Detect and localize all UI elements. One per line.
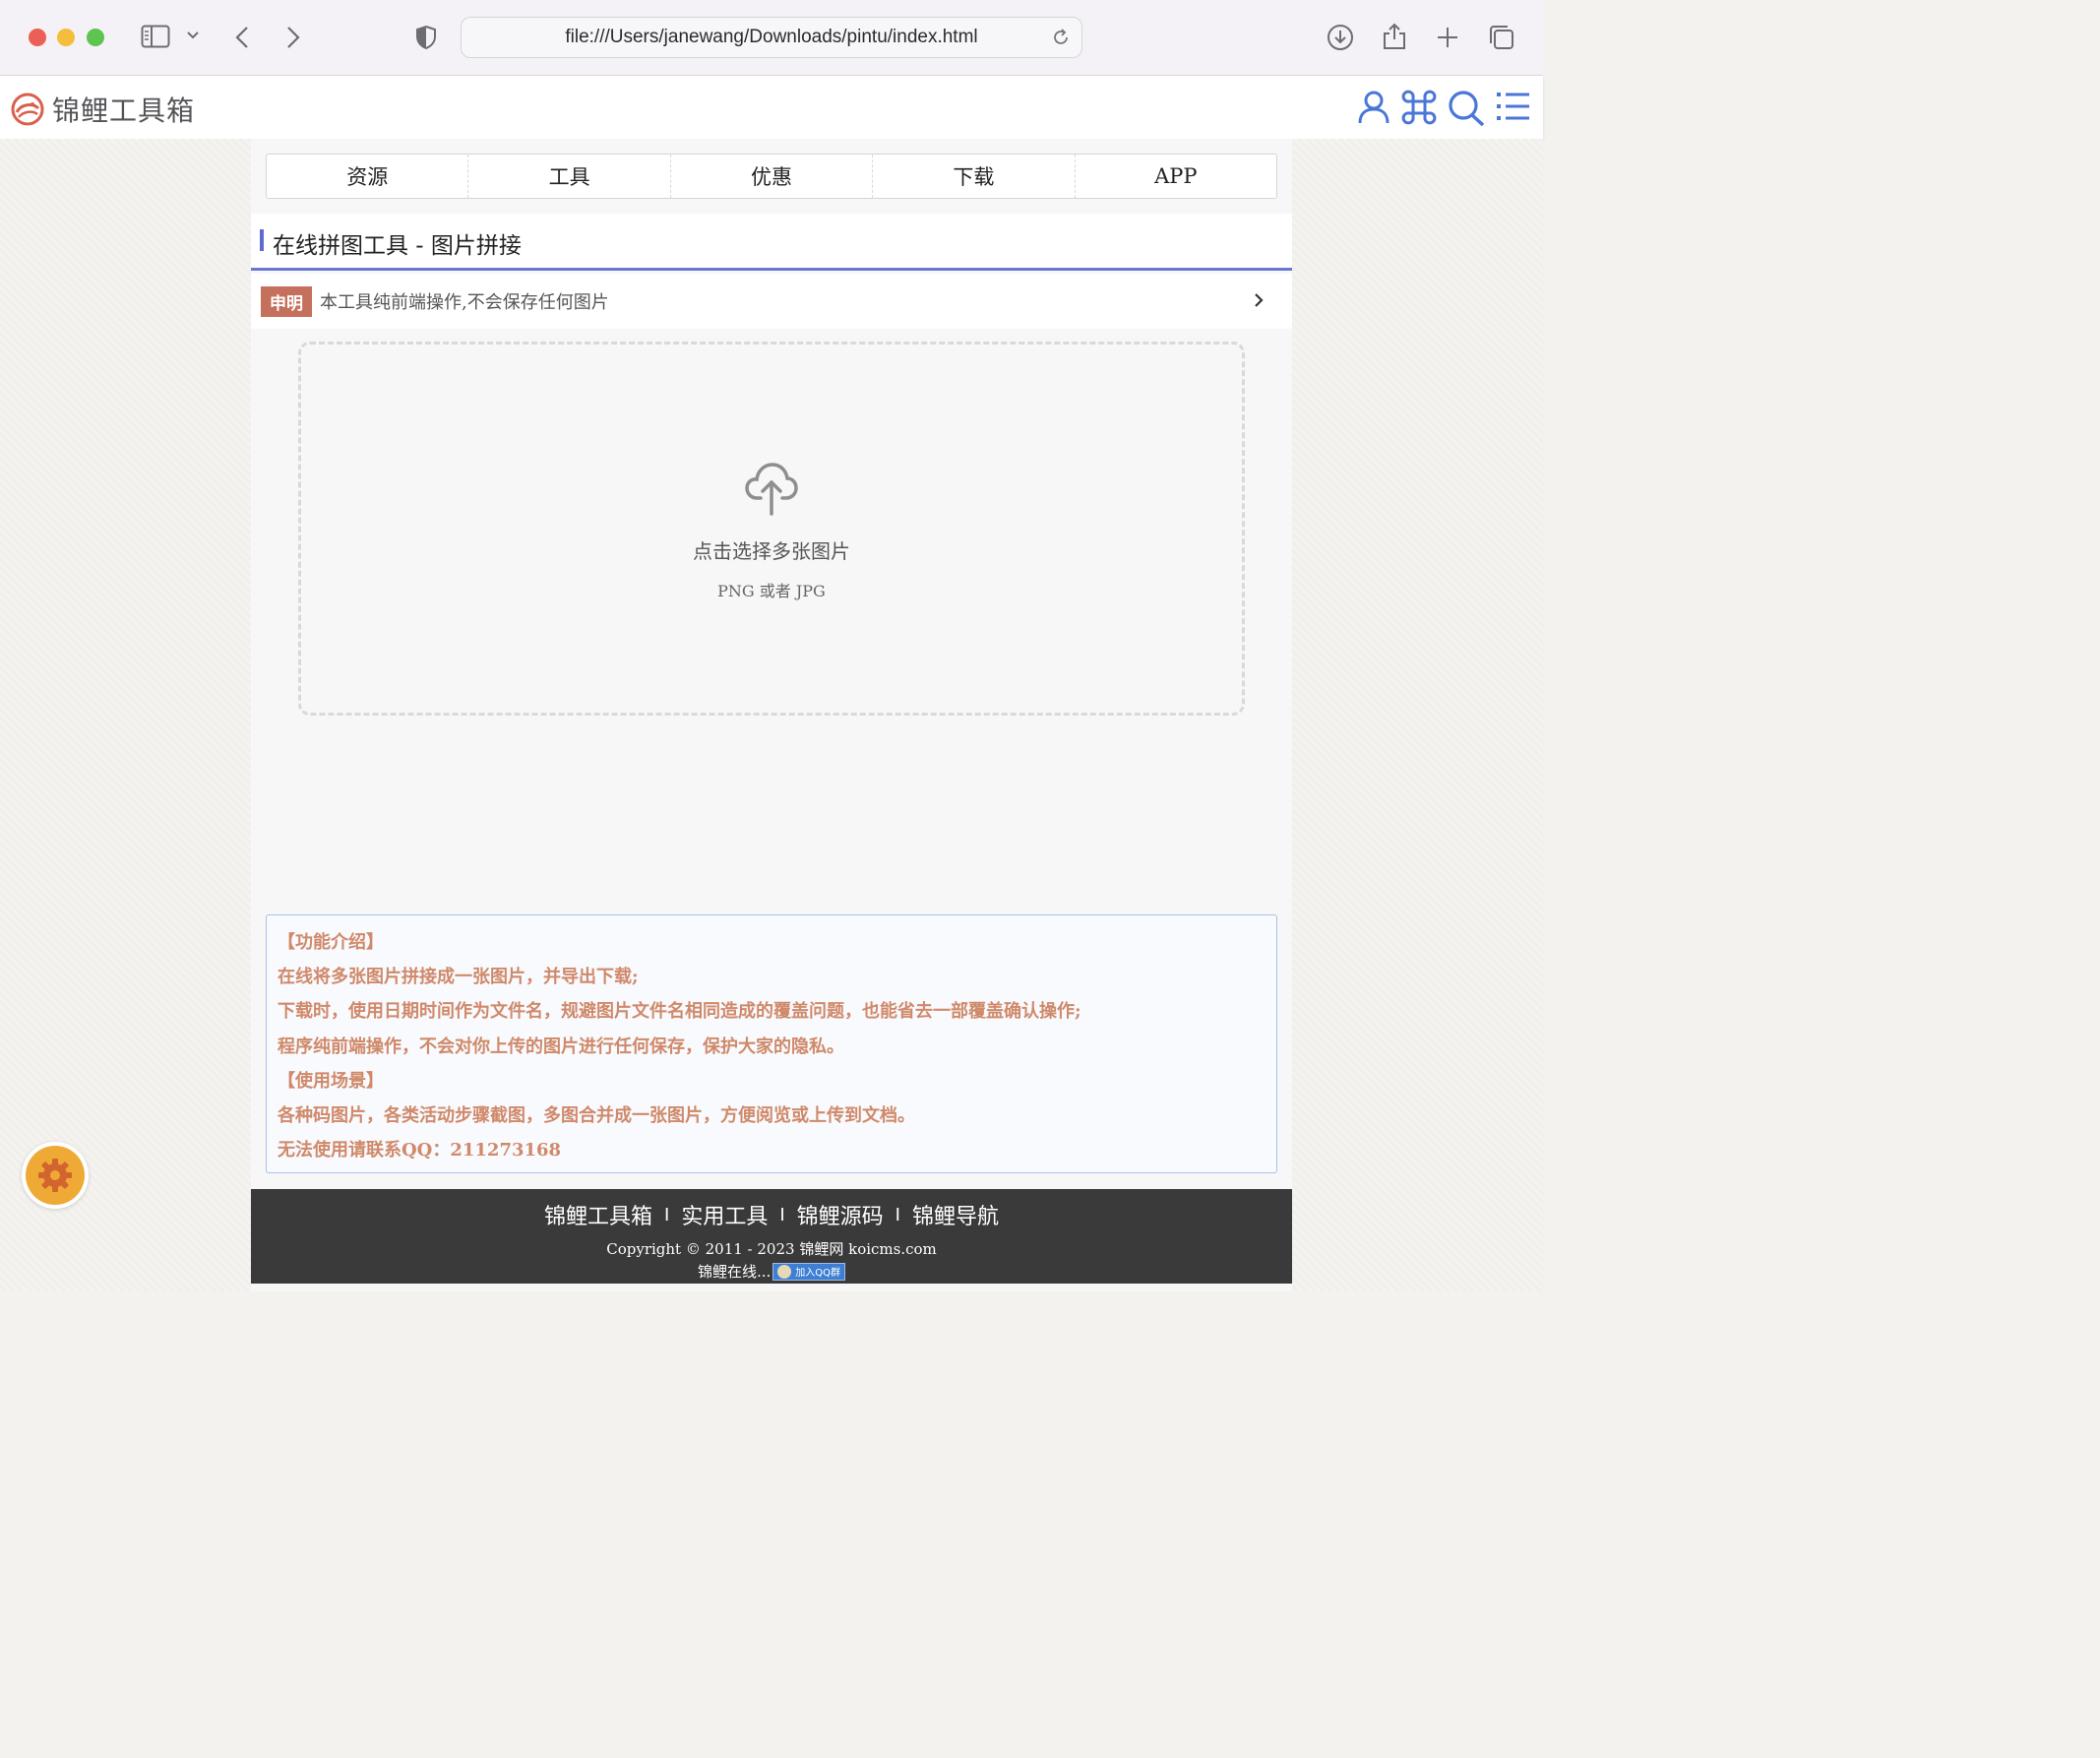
dropzone-subtitle: PNG 或者 JPG	[717, 581, 826, 600]
user-icon[interactable]	[1357, 90, 1390, 129]
footer-separator: I	[779, 1204, 785, 1225]
tab-overview-icon[interactable]	[1488, 24, 1515, 51]
share-icon[interactable]	[1382, 22, 1407, 51]
chevron-down-icon[interactable]	[186, 31, 200, 40]
dropzone-title: 点击选择多张图片	[693, 538, 850, 563]
search-icon[interactable]	[1447, 90, 1486, 131]
forward-arrow-icon[interactable]	[284, 25, 302, 50]
title-accent-bar	[260, 229, 264, 251]
info-line: 各种码图片，各类活动步骤截图，多图合并成一张图片，方便阅览或上传到文档。	[278, 1105, 915, 1127]
footer-link-nav[interactable]: 锦鲤导航	[912, 1199, 999, 1230]
info-contact-line: 无法使用请联系QQ：211273168	[278, 1140, 562, 1162]
qq-badge-label: 加入QQ群	[795, 1268, 841, 1279]
koi-logo-icon	[11, 93, 44, 126]
close-window-button[interactable]	[29, 29, 46, 46]
footer-separator: I	[664, 1204, 670, 1225]
nav-item-download[interactable]: 下载	[873, 155, 1076, 198]
settings-button[interactable]	[22, 1142, 89, 1209]
sidebar-toggle-icon[interactable]	[141, 25, 170, 48]
category-nav: 资源 工具 优惠 下载 APP	[266, 154, 1277, 199]
footer-links: 锦鲤工具箱 I 实用工具 I 锦鲤源码 I 锦鲤导航	[251, 1199, 1292, 1230]
footer-link-source[interactable]: 锦鲤源码	[797, 1199, 884, 1230]
menu-list-icon[interactable]	[1496, 90, 1531, 127]
page-title-bar: 在线拼图工具 - 图片拼接	[251, 214, 1292, 271]
page-background-right	[1292, 139, 1543, 1291]
main-content: 资源 工具 优惠 下载 APP 在线拼图工具 - 图片拼接 申明 本工具纯前端操…	[251, 139, 1292, 1291]
info-line: 下载时，使用日期时间作为文件名，规避图片文件名相同造成的覆盖问题，也能省去一部覆…	[278, 1001, 1081, 1023]
site-header: 锦鲤工具箱	[0, 76, 1543, 139]
cloud-upload-icon	[745, 461, 798, 520]
info-heading-features: 【功能介绍】	[278, 932, 384, 953]
info-line: 程序纯前端操作，不会对你上传的图片进行任何保存，保护大家的隐私。	[278, 1036, 844, 1057]
footer-link-tools[interactable]: 实用工具	[681, 1199, 768, 1230]
browser-toolbar: file:///Users/janewang/Downloads/pintu/i…	[0, 0, 1543, 76]
footer-separator: I	[895, 1204, 900, 1225]
back-arrow-icon[interactable]	[233, 25, 251, 50]
zoom-window-button[interactable]	[87, 29, 104, 46]
site-footer: 锦鲤工具箱 I 实用工具 I 锦鲤源码 I 锦鲤导航 Copyright © 2…	[251, 1189, 1292, 1284]
tool-info-box: 【功能介绍】 在线将多张图片拼接成一张图片，并导出下载; 下载时，使用日期时间作…	[266, 914, 1277, 1173]
nav-item-app[interactable]: APP	[1076, 155, 1276, 198]
download-icon[interactable]	[1327, 24, 1354, 51]
notice-badge: 申明	[261, 285, 312, 317]
footer-copyright: Copyright © 2011 - 2023 锦鲤网 koicms.com	[606, 1240, 937, 1258]
footer-online: 锦鲤在线... 加入QQ群	[251, 1261, 1292, 1282]
shield-icon[interactable]	[415, 25, 437, 50]
gear-icon	[38, 1159, 72, 1192]
notice-bar[interactable]: 申明 本工具纯前端操作,不会保存任何图片	[251, 274, 1292, 329]
site-logo[interactable]: 锦鲤工具箱	[11, 90, 195, 129]
minimize-window-button[interactable]	[57, 29, 75, 46]
notice-text: 本工具纯前端操作,不会保存任何图片	[320, 292, 609, 313]
new-tab-icon[interactable]	[1436, 26, 1459, 49]
page-background-left	[0, 139, 251, 1291]
nav-item-deals[interactable]: 优惠	[671, 155, 874, 198]
nav-item-tools[interactable]: 工具	[468, 155, 671, 198]
nav-item-resources[interactable]: 资源	[267, 155, 469, 198]
image-upload-dropzone[interactable]: 点击选择多张图片 PNG 或者 JPG	[298, 342, 1245, 716]
info-heading-scenarios: 【使用场景】	[278, 1070, 384, 1092]
footer-online-text: 锦鲤在线...	[697, 1263, 772, 1281]
join-qq-group-button[interactable]: 加入QQ群	[772, 1262, 846, 1281]
chevron-right-icon[interactable]	[1253, 291, 1265, 313]
command-grid-icon[interactable]	[1401, 90, 1437, 129]
site-logo-text: 锦鲤工具箱	[52, 94, 196, 127]
page-title: 在线拼图工具 - 图片拼接	[273, 233, 522, 259]
address-bar[interactable]: file:///Users/janewang/Downloads/pintu/i…	[461, 17, 1082, 58]
url-text: file:///Users/janewang/Downloads/pintu/i…	[565, 27, 978, 47]
qq-group-icon	[777, 1264, 792, 1279]
info-line: 在线将多张图片拼接成一张图片，并导出下载;	[278, 967, 639, 988]
footer-link-toolbox[interactable]: 锦鲤工具箱	[544, 1199, 652, 1230]
reload-icon[interactable]	[1050, 27, 1072, 52]
